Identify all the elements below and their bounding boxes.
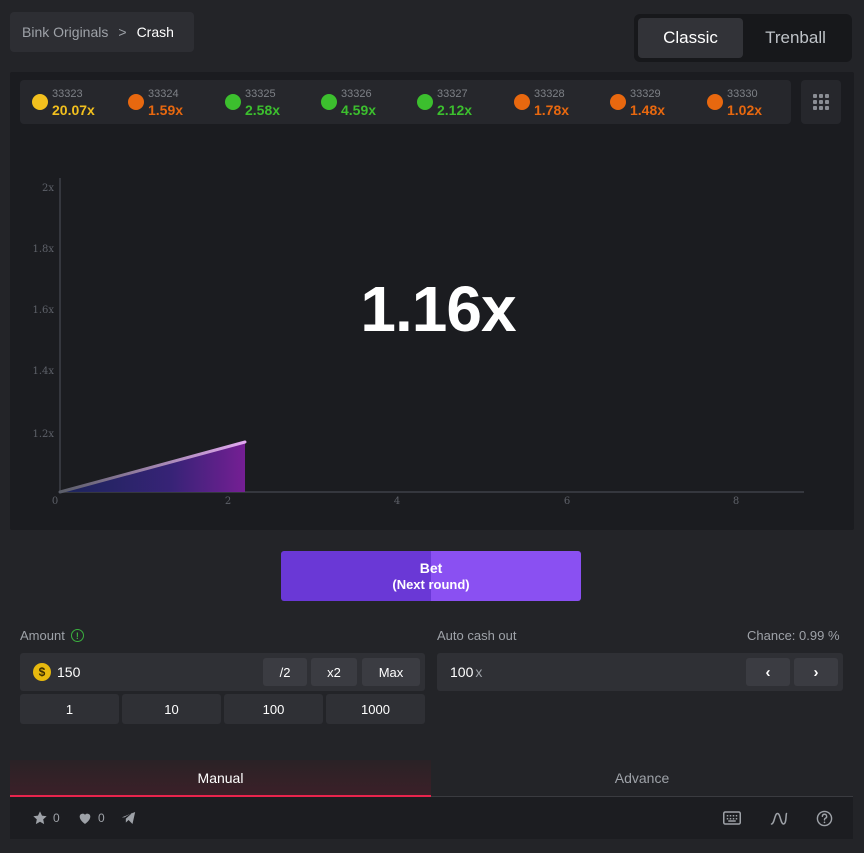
chevron-right-icon: › [813, 663, 819, 681]
info-icon[interactable]: ! [70, 629, 84, 642]
round-multiplier: 2.58x [245, 102, 281, 118]
quick-amount-button[interactable]: 1 [20, 694, 119, 724]
increase-button[interactable]: › [794, 658, 838, 686]
star-icon [33, 811, 47, 825]
footer-bar: 0 0 [10, 797, 853, 839]
x-tick-label: 4 [394, 496, 400, 507]
heart-icon [79, 813, 91, 824]
decrease-button[interactable]: ‹ [746, 658, 790, 686]
question-icon [816, 810, 833, 827]
breadcrumb-current: Crash [136, 24, 174, 40]
status-dot-icon [514, 94, 530, 110]
breadcrumb: Bink Originals > Crash [10, 12, 194, 52]
status-dot-icon [128, 94, 144, 110]
favorite-button[interactable]: 0 [32, 810, 60, 826]
amount-input[interactable]: 150 [57, 664, 80, 680]
breadcrumb-parent-link[interactable]: Bink Originals [22, 24, 108, 40]
round-multiplier: 2.12x [437, 102, 473, 118]
curve-chart-icon [770, 812, 788, 825]
auto-cashout-field: 100 x ‹ › [437, 653, 843, 691]
round-id: 33323 [52, 88, 83, 100]
auto-cashout-unit: x [475, 664, 483, 680]
y-tick-label: 1.4x [32, 366, 54, 377]
chevron-right-icon: > [118, 24, 127, 40]
y-tick-label: 1.8x [32, 244, 54, 255]
auto-cashout-label: Auto cash out [437, 628, 517, 643]
status-dot-icon [225, 94, 241, 110]
status-dot-icon [321, 94, 337, 110]
chevron-left-icon: ‹ [765, 663, 771, 681]
status-dot-icon [32, 94, 48, 110]
grid-icon [813, 94, 829, 110]
like-count: 0 [98, 811, 105, 825]
mode-switch: Classic Trenball [634, 14, 852, 62]
status-dot-icon [610, 94, 626, 110]
round-multiplier: 1.59x [148, 102, 184, 118]
current-multiplier: 1.16x [360, 273, 516, 345]
round-multiplier: 20.07x [52, 102, 95, 118]
auto-cashout-value: 100 [450, 664, 474, 680]
y-tick-label: 2x [42, 183, 54, 194]
history-bar: 33323 20.07x 33324 1.59x 33325 2.58x 333… [20, 80, 791, 124]
round-id: 33329 [630, 88, 661, 100]
y-tick-label: 1.6x [32, 305, 54, 316]
status-dot-icon [707, 94, 723, 110]
round-id: 33328 [534, 88, 565, 100]
round-id: 33330 [727, 88, 758, 100]
tab-advance[interactable]: Advance [431, 760, 853, 797]
keyboard-shortcuts-button[interactable] [723, 810, 741, 826]
amount-label: Amount [20, 628, 65, 643]
like-button[interactable]: 0 [77, 810, 105, 826]
send-icon [121, 812, 136, 824]
game-panel: 33323 20.07x 33324 1.59x 33325 2.58x 333… [10, 72, 854, 530]
bet-button-label: Bet [419, 560, 443, 576]
bet-button[interactable]: Bet (Next round) [281, 551, 581, 601]
quick-amount-button[interactable]: 1000 [326, 694, 425, 724]
x-tick-label: 8 [733, 496, 739, 507]
auto-cashout-input[interactable]: 100 x [450, 664, 482, 680]
quick-amounts: 1 10 100 1000 [20, 694, 425, 724]
max-button[interactable]: Max [362, 658, 420, 686]
x-tick-label: 6 [564, 496, 570, 507]
quick-amount-button[interactable]: 10 [122, 694, 221, 724]
tab-manual[interactable]: Manual [10, 760, 431, 797]
tab-classic[interactable]: Classic [638, 18, 743, 58]
share-button[interactable] [120, 810, 137, 826]
status-dot-icon [417, 94, 433, 110]
bet-button-sublabel: (Next round) [392, 577, 470, 592]
amount-field: $ 150 /2 x2 Max [20, 653, 425, 691]
keyboard-icon [723, 811, 741, 825]
round-id: 33326 [341, 88, 372, 100]
round-multiplier: 1.48x [630, 102, 666, 118]
round-id: 33325 [245, 88, 276, 100]
round-multiplier: 4.59x [341, 102, 377, 118]
history-grid-button[interactable] [801, 80, 841, 124]
chance-label: Chance: 0.99 % [747, 628, 840, 643]
favorite-count: 0 [53, 811, 60, 825]
amount-label-group: Amount ! [20, 628, 84, 643]
coin-icon: $ [33, 663, 51, 681]
quick-amount-button[interactable]: 100 [224, 694, 323, 724]
round-id: 33324 [148, 88, 179, 100]
tab-trenball[interactable]: Trenball [743, 18, 848, 58]
y-tick-label: 1.2x [32, 429, 54, 440]
fairness-button[interactable] [770, 810, 788, 826]
help-button[interactable] [816, 810, 833, 827]
half-button[interactable]: /2 [263, 658, 307, 686]
x-tick-label: 2 [225, 496, 231, 507]
round-id: 33327 [437, 88, 468, 100]
round-multiplier: 1.02x [727, 102, 763, 118]
round-multiplier: 1.78x [534, 102, 570, 118]
x-tick-label: 0 [52, 496, 58, 507]
double-button[interactable]: x2 [311, 658, 357, 686]
